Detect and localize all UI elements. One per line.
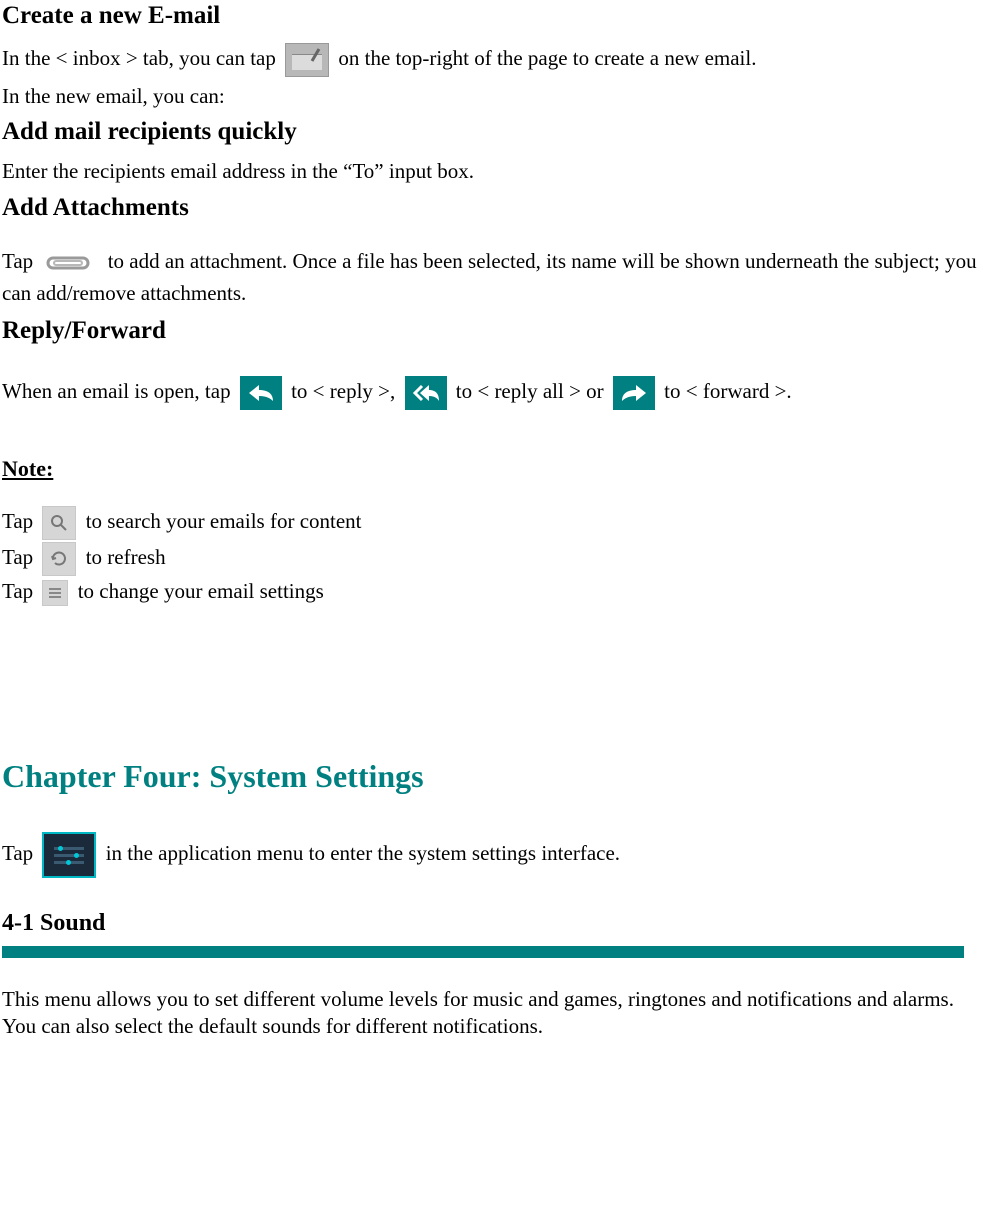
para-add-attachments: Tap to add an attachment. Once a file ha…: [2, 246, 981, 309]
text: to change your email settings: [78, 579, 324, 603]
search-icon: [42, 506, 76, 540]
reply-all-icon: [405, 376, 447, 410]
text: When an email is open, tap: [2, 379, 236, 403]
para-sound: This menu allows you to set different vo…: [2, 986, 981, 1041]
heading-note: Note:: [2, 455, 981, 484]
refresh-icon: [42, 542, 76, 576]
text: to < forward >.: [664, 379, 792, 403]
text: in the application menu to enter the sys…: [106, 841, 620, 865]
compose-email-icon: [285, 43, 329, 77]
text: on the top-right of the page to create a…: [338, 46, 756, 70]
text: Tap: [2, 544, 38, 568]
text: to search your emails for content: [86, 508, 362, 532]
note-line-settings: Tap to change your email settings: [2, 578, 981, 606]
reply-icon: [240, 376, 282, 410]
text: to < reply all > or: [456, 379, 609, 403]
text: to refresh: [86, 544, 166, 568]
para-reply-forward: When an email is open, tap to < reply >,…: [2, 376, 981, 410]
note-line-refresh: Tap to refresh: [2, 542, 981, 576]
heading-reply-forward: Reply/Forward: [2, 315, 981, 348]
heading-add-attachments: Add Attachments: [2, 192, 981, 225]
text: Tap: [2, 579, 38, 603]
text: to < reply >,: [291, 379, 400, 403]
system-settings-app-icon: [42, 832, 96, 878]
forward-icon: [613, 376, 655, 410]
attachment-paperclip-icon: [42, 252, 98, 274]
note-line-search: Tap to search your emails for content: [2, 506, 981, 540]
text: Tap: [2, 508, 38, 532]
heading-create-email: Create a new E-mail: [2, 0, 981, 33]
heading-add-recipients: Add mail recipients quickly: [2, 116, 981, 149]
text: to add an attachment. Once a file has be…: [2, 249, 977, 305]
email-settings-icon: [42, 580, 68, 606]
para-add-recipients: Enter the recipients email address in th…: [2, 158, 981, 185]
para-create-email-2: In the new email, you can:: [2, 83, 981, 110]
text: Tap: [2, 249, 38, 273]
para-create-email-1: In the < inbox > tab, you can tap on the…: [2, 43, 981, 77]
section-divider: [2, 946, 964, 958]
para-chapter-intro: Tap in the application menu to enter the…: [2, 832, 981, 878]
heading-4-1-sound: 4-1 Sound: [2, 908, 981, 939]
heading-chapter-four: Chapter Four: System Settings: [2, 756, 981, 798]
text: In the < inbox > tab, you can tap: [2, 46, 281, 70]
text: Tap: [2, 841, 38, 865]
